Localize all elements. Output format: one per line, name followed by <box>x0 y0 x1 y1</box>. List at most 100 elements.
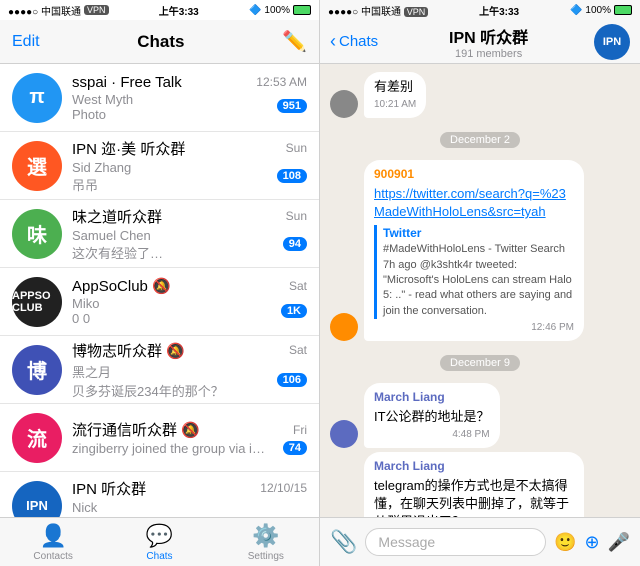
tab-icon-contacts: 👤 <box>39 523 66 549</box>
chat-avatar-ipn-main: IPN <box>12 481 62 518</box>
link-title-2: Twitter <box>383 225 574 242</box>
chat-info-sspai: sspai · Free Talk 12:53 AM West Myth Pho… <box>72 74 307 122</box>
bottom-bar-right: 📎 Message 🙂 ⊕ 🎤 <box>320 517 640 566</box>
battery-icon-left <box>293 5 311 15</box>
badge-ipn-xuan: 108 <box>277 169 307 183</box>
member-count: 191 members <box>455 48 522 60</box>
chat-item-ipn-xuan[interactable]: 選 IPN 迩·美 听众群 Sun Sid Zhang 吊吊 108 <box>0 132 319 200</box>
attach-button[interactable]: 📎 <box>330 529 357 555</box>
tab-icon-chats: 💬 <box>146 523 173 549</box>
link-url-2[interactable]: https://twitter.com/search?q=%23MadeWith… <box>374 186 566 219</box>
msg-row-2: 900901 https://twitter.com/search?q=%23M… <box>330 160 630 341</box>
tab-chats[interactable]: 💬 Chats <box>106 518 212 566</box>
chat-time-ipn-main: 12/10/15 <box>260 481 307 495</box>
msg-time-4: 4:48 PM <box>374 428 490 442</box>
bubble-0: 有差别 10:21 AM <box>364 72 426 118</box>
left-panel: ●●●●○ 中国联通 VPN 上午3:33 🔷 100% Edit Chats … <box>0 0 320 566</box>
chat-avatar-ipn-xuan: 選 <box>12 141 62 191</box>
chat-preview-appsoclub: 0 0 <box>72 311 99 326</box>
time-left: 上午3:33 <box>159 3 199 18</box>
carrier-right: ●●●●○ 中国联通 VPN <box>328 3 428 18</box>
chat-item-sspai[interactable]: π sspai · Free Talk 12:53 AM West Myth P… <box>0 64 319 132</box>
chat-name-sspai: sspai · Free Talk <box>72 74 182 91</box>
msg-avatar-2 <box>330 313 358 341</box>
chat-avatar-appsoclub: APPSO CLUB <box>12 277 62 327</box>
chat-avatar-bozhi: 博 <box>12 345 62 395</box>
msg-text-5: telegram的操作方式也是不太搞得懂，在聊天列表中删掉了，就等于从群里退出了… <box>374 478 569 517</box>
chat-list: π sspai · Free Talk 12:53 AM West Myth P… <box>0 64 319 517</box>
nav-bar-left: Edit Chats ✏️ <box>0 20 319 64</box>
chat-sub-ipn-xuan: Sid Zhang <box>72 160 131 175</box>
status-bar-left: ●●●●○ 中国联通 VPN 上午3:33 🔷 100% <box>0 0 319 20</box>
time-right: 上午3:33 <box>479 3 519 18</box>
vpn-badge-right: VPN <box>404 7 429 17</box>
message-input[interactable]: Message <box>365 528 546 556</box>
back-button[interactable]: ‹ Chats <box>330 31 378 52</box>
tab-icon-settings: ⚙️ <box>252 523 279 549</box>
bt-icon: 🔷 <box>249 5 261 16</box>
chat-time-sspai: 12:53 AM <box>256 75 307 89</box>
compose-button[interactable]: ✏️ <box>282 29 307 54</box>
chat-avatar-sspai: π <box>12 73 62 123</box>
chat-item-weizhidao[interactable]: 味 味之道听众群 Sun Samuel Chen 这次有经验了… 94 <box>0 200 319 268</box>
chat-info-weizhidao: 味之道听众群 Sun Samuel Chen 这次有经验了… 94 <box>72 206 307 262</box>
chat-info-ipn-xuan: IPN 迩·美 听众群 Sun Sid Zhang 吊吊 108 <box>72 138 307 194</box>
chats-title: Chats <box>137 32 184 52</box>
tab-label-chats: Chats <box>146 551 172 562</box>
battery-info-left: 🔷 100% <box>249 5 311 16</box>
messages-area: 有差别 10:21 AM December 2 900901 https://t… <box>320 64 640 517</box>
chat-info-liuxing: 流行通信听众群 🔕 Fri zingiberry joined the grou… <box>72 419 307 456</box>
chat-preview-sspai: Photo <box>72 107 133 122</box>
battery-left: 100% <box>264 5 290 16</box>
chat-name-liuxing: 流行通信听众群 🔕 <box>72 419 200 440</box>
chat-name-header: IPN 听众群 <box>449 24 528 48</box>
chat-name-weizhidao: 味之道听众群 <box>72 206 162 227</box>
chat-preview-bozhi: 贝多芬诞辰234年的那个？ <box>72 381 224 400</box>
chat-item-ipn-main[interactable]: IPN IPN 听众群 12/10/15 Nick 并不是 <box>0 472 319 517</box>
chat-time-weizhidao: Sun <box>286 209 307 223</box>
msg-row-0: 有差别 10:21 AM <box>330 72 630 118</box>
sticker-icon[interactable]: 🙂 <box>554 532 576 553</box>
edit-button[interactable]: Edit <box>12 33 40 51</box>
chat-item-bozhi[interactable]: 博 博物志听众群 🔕 Sat 黑之月 贝多芬诞辰234年的那个？ 106 <box>0 336 319 404</box>
chat-name-bozhi: 博物志听众群 🔕 <box>72 340 185 361</box>
bt-icon-right: 🔷 <box>570 5 582 16</box>
chat-sub-ipn-main: Nick <box>72 500 111 515</box>
chat-preview-ipn-main: 并不是 <box>72 515 111 518</box>
badge-liuxing: 74 <box>283 441 307 455</box>
chat-name-appsoclub: AppSoClub 🔕 <box>72 277 171 295</box>
date-label: December 9 <box>440 355 520 371</box>
status-bar-right: ●●●●○ 中国联通 VPN 上午3:33 🔷 100% <box>320 0 640 20</box>
date-divider-3: December 9 <box>330 353 630 371</box>
tab-settings[interactable]: ⚙️ Settings <box>213 518 319 566</box>
mic-button[interactable]: 🎤 <box>608 532 630 553</box>
tab-label-settings: Settings <box>248 551 284 562</box>
chat-item-appsoclub[interactable]: APPSO CLUB AppSoClub 🔕 Sat Miko 0 0 1K <box>0 268 319 336</box>
date-label: December 2 <box>440 132 520 148</box>
chat-sub-appsoclub: Miko <box>72 296 99 311</box>
bubble-5: March Liang telegram的操作方式也是不太搞得懂，在聊天列表中删… <box>364 452 584 517</box>
battery-right: 🔷 100% <box>570 5 632 16</box>
chat-info-bozhi: 博物志听众群 🔕 Sat 黑之月 贝多芬诞辰234年的那个？ 106 <box>72 340 307 400</box>
chat-time-appsoclub: Sat <box>289 279 307 293</box>
sender-name-5: March Liang <box>374 458 574 475</box>
group-avatar[interactable]: IPN <box>594 24 630 60</box>
chat-preview-ipn-xuan: 吊吊 <box>72 175 131 194</box>
extra-icon[interactable]: ⊕ <box>584 532 599 553</box>
chat-time-liuxing: Fri <box>293 423 307 437</box>
badge-appsoclub: 1K <box>281 304 307 318</box>
tab-contacts[interactable]: 👤 Contacts <box>0 518 106 566</box>
chat-item-liuxing[interactable]: 流 流行通信听众群 🔕 Fri zingiberry joined the gr… <box>0 404 319 472</box>
right-panel: ●●●●○ 中国联通 VPN 上午3:33 🔷 100% ‹ Chats IPN… <box>320 0 640 566</box>
back-chevron-icon: ‹ <box>330 31 336 52</box>
chat-sub-liuxing: zingiberry joined the group via invite l… <box>72 441 272 456</box>
badge-weizhidao: 94 <box>283 237 307 251</box>
chat-time-ipn-xuan: Sun <box>286 141 307 155</box>
badge-bozhi: 106 <box>277 373 307 387</box>
chat-info-ipn-main: IPN 听众群 12/10/15 Nick 并不是 <box>72 478 307 518</box>
carrier-info: ●●●●○ 中国联通 VPN <box>8 3 109 18</box>
carrier-text-right: ●●●●○ 中国联通 <box>328 7 401 18</box>
link-preview-2: Twitter #MadeWithHoloLens - Twitter Sear… <box>374 225 574 319</box>
chat-avatar-liuxing: 流 <box>12 413 62 463</box>
chat-sub-weizhidao: Samuel Chen <box>72 228 163 243</box>
